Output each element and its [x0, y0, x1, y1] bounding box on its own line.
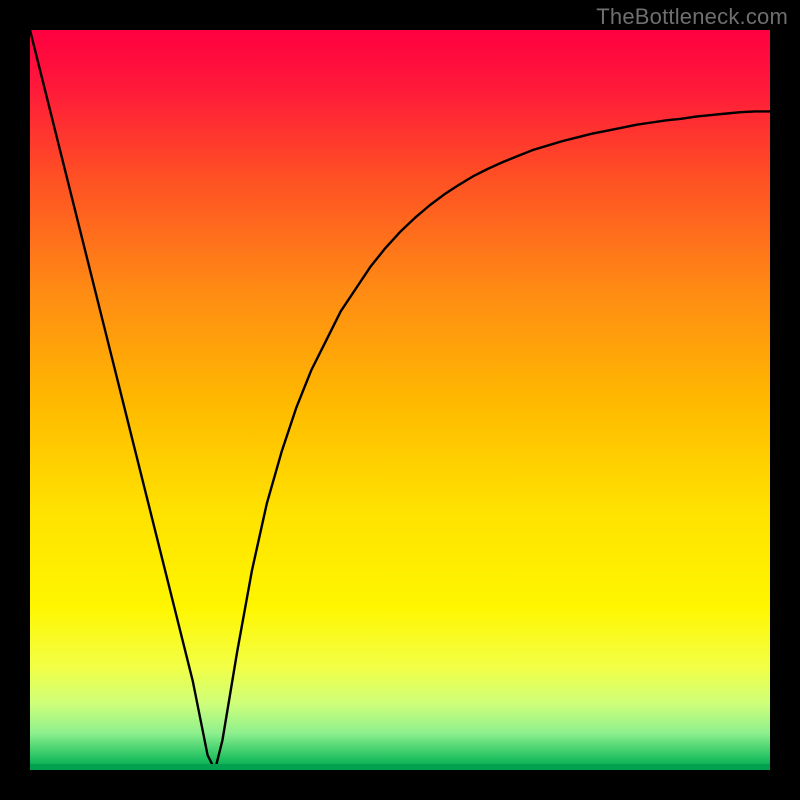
watermark-text: TheBottleneck.com: [596, 4, 788, 30]
chart-baseline: [30, 764, 770, 770]
chart-frame: TheBottleneck.com: [0, 0, 800, 800]
chart-background: [30, 30, 770, 770]
chart-plot: [30, 30, 770, 770]
